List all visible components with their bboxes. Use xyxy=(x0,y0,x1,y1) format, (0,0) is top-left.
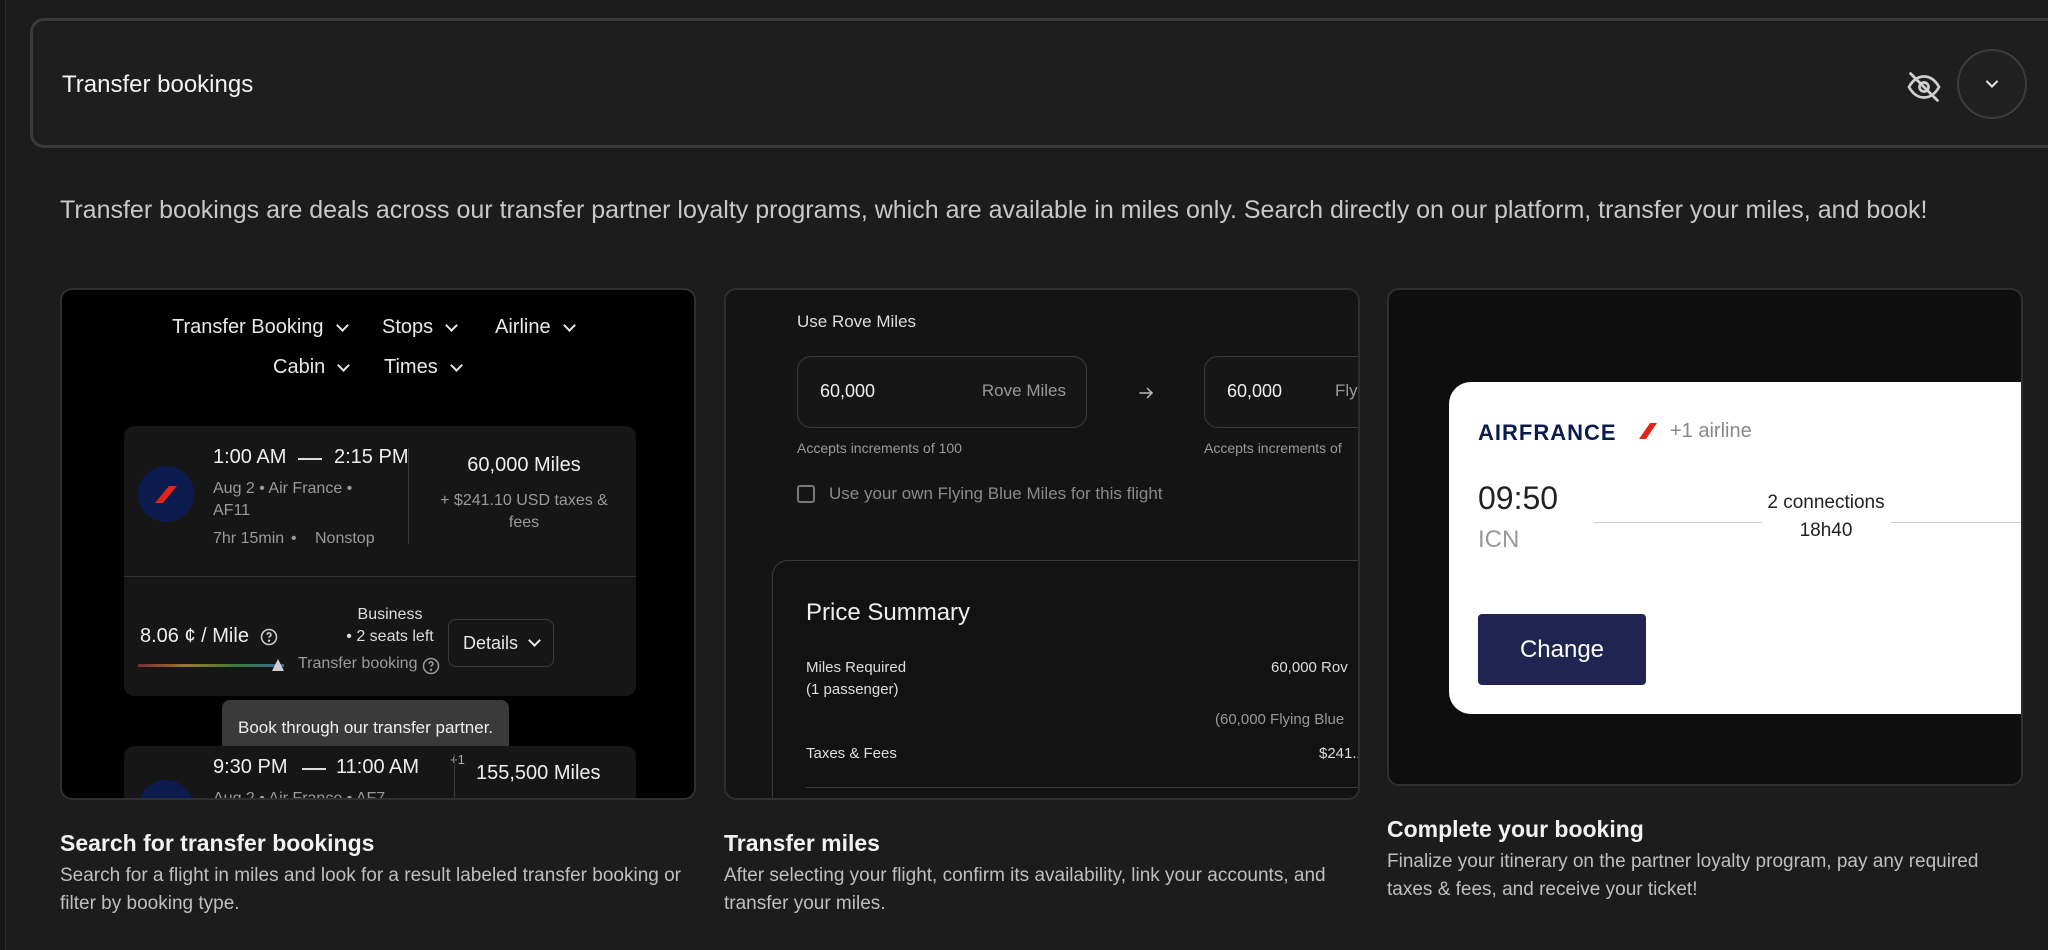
from-miles-input[interactable]: 60,000 Rove Miles xyxy=(797,356,1087,428)
arrive-time: 11:00 AM xyxy=(336,756,420,778)
connections: 2 connections xyxy=(1767,492,1885,513)
flying-blue-checkbox-label[interactable]: Use your own Flying Blue Miles for this … xyxy=(829,484,1163,504)
departure-time: 09:50 xyxy=(1478,480,1559,516)
flight-meta: Aug 2 • Air France • xyxy=(213,480,353,497)
airfrance-wordmark: AIRFRANCE xyxy=(1478,420,1617,445)
to-miles-unit: Fly xyxy=(1335,381,1358,400)
price-summary-title: Price Summary xyxy=(806,599,971,626)
flying-blue-equivalent: (60,000 Flying Blue xyxy=(1215,711,1345,728)
filter-stops[interactable]: Stops xyxy=(382,316,459,339)
flight-meta: Aug 2 • Air France • AF7 xyxy=(213,790,386,800)
from-miles-value: 60,000 xyxy=(820,381,876,401)
cabin-class: Business xyxy=(357,606,423,623)
meter-marker-icon xyxy=(272,659,284,671)
section-title: Transfer bookings xyxy=(62,71,254,98)
booking-panel: AIRFRANCE +1 airline 09:50 ICN 2 connect… xyxy=(1449,382,2021,714)
time-separator xyxy=(302,768,326,770)
filter-airline[interactable]: Airline xyxy=(495,316,576,339)
miles-required-label: Miles Required xyxy=(806,659,907,676)
taxes-label: Taxes & Fees xyxy=(806,745,897,762)
divider xyxy=(454,754,455,798)
value-meter xyxy=(138,664,284,667)
seats-left: • 2 seats left xyxy=(346,628,434,645)
route-line xyxy=(1594,522,1762,523)
miles-price: 60,000 Miles xyxy=(467,454,581,476)
help-icon[interactable] xyxy=(422,657,440,675)
route-line xyxy=(1891,522,2021,523)
step-desc-complete: Finalize your itinerary on the partner l… xyxy=(1387,851,1979,900)
increments-note: Accepts increments of 100 xyxy=(797,440,962,456)
flight-stops: Nonstop xyxy=(315,530,375,547)
to-miles-input[interactable]: 60,000 Fly xyxy=(1204,356,1358,428)
use-miles-label: Use Rove Miles xyxy=(797,312,917,331)
flight-number: AF11 xyxy=(213,502,251,519)
divider xyxy=(124,576,636,577)
transfer-booking-tag: Transfer booking xyxy=(298,655,418,672)
chevron-down-icon xyxy=(445,318,459,332)
price-summary: Price Summary Miles Required (1 passenge… xyxy=(772,560,1358,798)
chevron-down-icon xyxy=(562,318,576,332)
depart-time: 1:00 AM xyxy=(213,446,287,468)
booking-preview-card: AIRFRANCE +1 airline 09:50 ICN 2 connect… xyxy=(1387,288,2023,786)
left-rail xyxy=(0,0,6,950)
search-preview-card: Transfer Booking Stops Airline Cabin Tim… xyxy=(60,288,696,800)
miles-required-value: 60,000 Rov xyxy=(1271,659,1348,676)
step-title-search: Search for transfer bookings xyxy=(60,830,375,856)
increments-note-2: Accepts increments of xyxy=(1204,440,1342,456)
section-header[interactable]: Transfer bookings xyxy=(30,18,2048,148)
filter-cabin[interactable]: Cabin xyxy=(273,356,351,379)
departure-airport: ICN xyxy=(1478,526,1520,553)
eye-off-icon[interactable] xyxy=(1906,69,1942,105)
airfrance-logo-icon xyxy=(1639,423,1657,439)
intro-text: Transfer bookings are deals across our t… xyxy=(60,196,1928,224)
chevron-down-icon xyxy=(449,358,463,372)
stops-dot: • xyxy=(291,530,297,547)
step-title-transfer: Transfer miles xyxy=(724,830,880,856)
trip-duration: 18h40 xyxy=(1799,520,1853,541)
airfrance-logo-icon xyxy=(138,780,194,798)
next-day-indicator: +1 xyxy=(450,752,465,767)
cents-per-mile: 8.06 ¢ / Mile xyxy=(140,625,249,647)
change-button[interactable]: Change xyxy=(1478,614,1646,685)
chevron-down-icon xyxy=(337,358,351,372)
chevron-down-icon xyxy=(528,634,541,647)
flight-duration: 7hr 15min xyxy=(213,530,285,547)
arrive-time: 2:15 PM xyxy=(334,446,409,468)
filter-transfer-booking[interactable]: Transfer Booking xyxy=(172,316,349,339)
taxes-value: $241.1 xyxy=(1319,745,1358,762)
to-miles-value: 60,000 xyxy=(1227,381,1283,401)
filter-times[interactable]: Times xyxy=(384,356,463,379)
step-desc-search: Search for a flight in miles and look fo… xyxy=(60,865,681,914)
details-button[interactable]: Details xyxy=(448,619,554,667)
taxes-line2: fees xyxy=(508,514,540,531)
transfer-preview-card: Use Rove Miles 60,000 Rove Miles 60,000 … xyxy=(724,288,1360,800)
from-miles-unit: Rove Miles xyxy=(981,381,1066,400)
step-title-complete: Complete your booking xyxy=(1387,816,1644,842)
flight-result-2[interactable]: 9:30 PM 11:00 AM +1 Aug 2 • Air France •… xyxy=(124,746,636,800)
flying-blue-checkbox[interactable] xyxy=(797,485,815,503)
step-desc-transfer: After selecting your flight, confirm its… xyxy=(724,865,1326,914)
arrow-right-icon xyxy=(1139,387,1154,399)
additional-airline: +1 airline xyxy=(1670,420,1752,442)
miles-price: 155,500 Miles xyxy=(476,762,601,784)
depart-time: 9:30 PM xyxy=(213,756,288,778)
time-separator xyxy=(298,458,322,460)
divider xyxy=(408,448,409,544)
passenger-count: (1 passenger) xyxy=(806,681,899,698)
help-icon[interactable] xyxy=(260,628,278,646)
chevron-down-icon xyxy=(335,318,349,332)
taxes-line1: + $241.10 USD taxes & xyxy=(440,492,608,509)
chevron-down-icon xyxy=(1985,80,1999,88)
airfrance-logo-icon xyxy=(138,466,194,522)
collapse-button[interactable] xyxy=(1957,49,2027,119)
divider xyxy=(806,787,1358,788)
